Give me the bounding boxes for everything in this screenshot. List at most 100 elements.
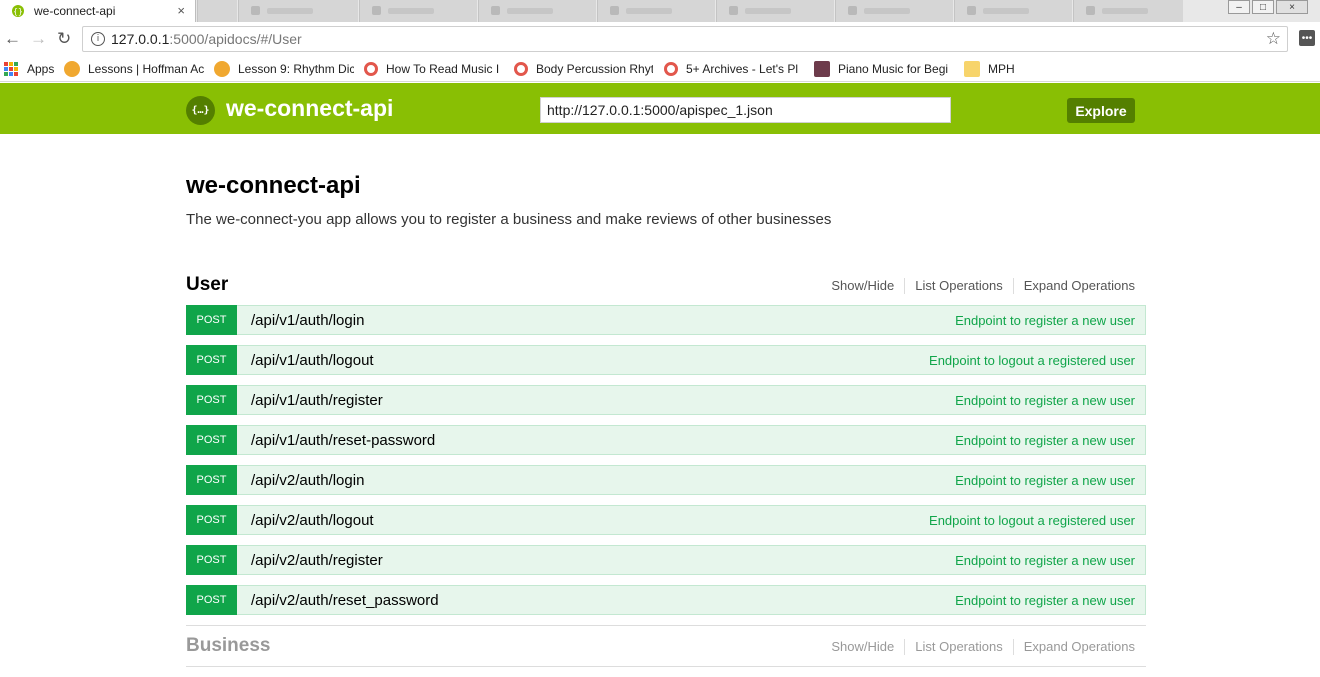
operation-summary[interactable]: Endpoint to register a new user	[955, 393, 1135, 408]
operation-summary[interactable]: Endpoint to register a new user	[955, 433, 1135, 448]
operation-row[interactable]: POST /api/v2/auth/register Endpoint to r…	[186, 545, 1146, 575]
address-bar[interactable]: i 127.0.0.1:5000/apidocs/#/User ☆	[82, 26, 1288, 52]
operation-path[interactable]: /api/v1/auth/logout	[251, 352, 374, 369]
tab-title-blurred	[507, 8, 553, 14]
tab-favicon-icon	[610, 6, 619, 15]
list-operations-link[interactable]: List Operations	[904, 278, 1012, 294]
operation-path[interactable]: /api/v2/auth/reset_password	[251, 592, 439, 609]
api-title: we-connect-api	[186, 172, 361, 199]
method-badge[interactable]: POST	[186, 425, 237, 455]
bookmark-label: How To Read Music I	[386, 62, 500, 76]
resource-divider	[186, 666, 1146, 667]
tab-favicon-icon	[372, 6, 381, 15]
tab-title-blurred	[864, 8, 910, 14]
operation-summary[interactable]: Endpoint to logout a registered user	[929, 353, 1135, 368]
explore-button[interactable]: Explore	[1067, 98, 1135, 123]
tab-title-blurred	[388, 8, 434, 14]
operation-row[interactable]: POST /api/v1/auth/register Endpoint to r…	[186, 385, 1146, 415]
resource-name[interactable]: User	[186, 274, 228, 296]
operation-row[interactable]: POST /api/v2/auth/logout Endpoint to log…	[186, 505, 1146, 535]
bookmark-label: MPH	[988, 62, 1015, 76]
swagger-header: {…} we-connect-api Explore	[0, 83, 1320, 134]
tab-we-connect-api[interactable]: {} we-connect-api ×	[0, 0, 196, 22]
forward-arrow-icon[interactable]: →	[30, 30, 47, 48]
operation-row[interactable]: POST /api/v2/auth/login Endpoint to regi…	[186, 465, 1146, 495]
background-tab[interactable]	[478, 0, 596, 22]
operation-row[interactable]: POST /api/v1/auth/logout Endpoint to log…	[186, 345, 1146, 375]
operation-path[interactable]: /api/v2/auth/register	[251, 552, 383, 569]
bookmark-apps[interactable]: Apps	[4, 60, 56, 78]
expand-operations-link[interactable]: Expand Operations	[1012, 278, 1135, 294]
resource-name[interactable]: Business	[186, 635, 270, 657]
background-tab[interactable]	[238, 0, 358, 22]
operation-path[interactable]: /api/v1/auth/reset-password	[251, 432, 435, 449]
ring-icon	[514, 62, 528, 76]
operation-path[interactable]: /api/v2/auth/logout	[251, 512, 374, 529]
tab-close-icon[interactable]: ×	[177, 3, 185, 18]
back-arrow-icon[interactable]: ←	[4, 30, 21, 48]
resource-user-heading: User Show/Hide List Operations Expand Op…	[186, 274, 1146, 304]
bookmark-piano-music[interactable]: Piano Music for Begi	[814, 60, 952, 78]
background-tab[interactable]	[716, 0, 834, 22]
tab-title-blurred	[1102, 8, 1148, 14]
bookmark-label: Lesson 9: Rhythm Dic	[238, 62, 354, 76]
show-hide-link[interactable]: Show/Hide	[831, 639, 904, 655]
method-badge[interactable]: POST	[186, 465, 237, 495]
tab-title-blurred	[267, 8, 313, 14]
minimize-window-button[interactable]: –	[1228, 0, 1250, 14]
spec-url-input[interactable]	[540, 97, 951, 123]
site-info-icon[interactable]: i	[91, 32, 105, 46]
background-tab[interactable]	[359, 0, 477, 22]
method-badge[interactable]: POST	[186, 345, 237, 375]
browser-menu-icon[interactable]: •••	[1299, 30, 1315, 46]
operation-row[interactable]: POST /api/v1/auth/login Endpoint to regi…	[186, 305, 1146, 335]
ring-icon	[664, 62, 678, 76]
folder-icon	[964, 61, 980, 77]
operation-summary[interactable]: Endpoint to logout a registered user	[929, 513, 1135, 528]
bookmark-how-to-read-music[interactable]: How To Read Music I	[364, 60, 502, 78]
operation-path[interactable]: /api/v1/auth/login	[251, 312, 364, 329]
swagger-logo-icon[interactable]: {…}	[186, 96, 215, 125]
tab-title: we-connect-api	[34, 4, 116, 18]
bookmarks-bar: Apps Lessons | Hoffman Ac Lesson 9: Rhyt…	[0, 56, 1320, 82]
browser-toolbar: ← → ↻ i 127.0.0.1:5000/apidocs/#/User ☆ …	[0, 22, 1320, 56]
reload-icon[interactable]: ↻	[57, 30, 71, 48]
background-tab[interactable]	[954, 0, 1072, 22]
bookmark-mph-folder[interactable]: MPH	[964, 60, 1024, 78]
bookmark-body-percussion[interactable]: Body Percussion Rhyt	[514, 60, 653, 78]
operation-row[interactable]: POST /api/v1/auth/reset-password Endpoin…	[186, 425, 1146, 455]
tab-favicon-icon	[491, 6, 500, 15]
hoffman-icon	[64, 61, 80, 77]
background-tab[interactable]	[197, 0, 237, 22]
bookmark-lesson-9-rhythm[interactable]: Lesson 9: Rhythm Dic	[214, 60, 354, 78]
bookmark-5-archives[interactable]: 5+ Archives - Let's Pl	[664, 60, 802, 78]
browser-tab-strip: {} we-connect-api × – □ ×	[0, 0, 1320, 22]
operation-path[interactable]: /api/v2/auth/login	[251, 472, 364, 489]
operation-row[interactable]: POST /api/v2/auth/reset_password Endpoin…	[186, 585, 1146, 615]
show-hide-link[interactable]: Show/Hide	[831, 278, 904, 294]
method-badge[interactable]: POST	[186, 585, 237, 615]
operation-summary[interactable]: Endpoint to register a new user	[955, 553, 1135, 568]
operation-summary[interactable]: Endpoint to register a new user	[955, 593, 1135, 608]
list-operations-link[interactable]: List Operations	[904, 639, 1012, 655]
method-badge[interactable]: POST	[186, 385, 237, 415]
operation-summary[interactable]: Endpoint to register a new user	[955, 313, 1135, 328]
background-tab[interactable]	[597, 0, 715, 22]
tab-title-blurred	[983, 8, 1029, 14]
swagger-favicon-icon: {}	[12, 5, 24, 17]
background-tab[interactable]	[835, 0, 953, 22]
close-window-button[interactable]: ×	[1276, 0, 1308, 14]
piano-icon	[814, 61, 830, 77]
method-badge[interactable]: POST	[186, 505, 237, 535]
maximize-window-button[interactable]: □	[1252, 0, 1274, 14]
bookmark-star-icon[interactable]: ☆	[1266, 29, 1281, 49]
expand-operations-link[interactable]: Expand Operations	[1012, 639, 1135, 655]
swagger-logo-text[interactable]: we-connect-api	[226, 95, 393, 122]
background-tab[interactable]	[1073, 0, 1183, 22]
tab-favicon-icon	[729, 6, 738, 15]
method-badge[interactable]: POST	[186, 305, 237, 335]
operation-summary[interactable]: Endpoint to register a new user	[955, 473, 1135, 488]
method-badge[interactable]: POST	[186, 545, 237, 575]
operation-path[interactable]: /api/v1/auth/register	[251, 392, 383, 409]
bookmark-lessons-hoffman[interactable]: Lessons | Hoffman Ac	[64, 60, 204, 78]
